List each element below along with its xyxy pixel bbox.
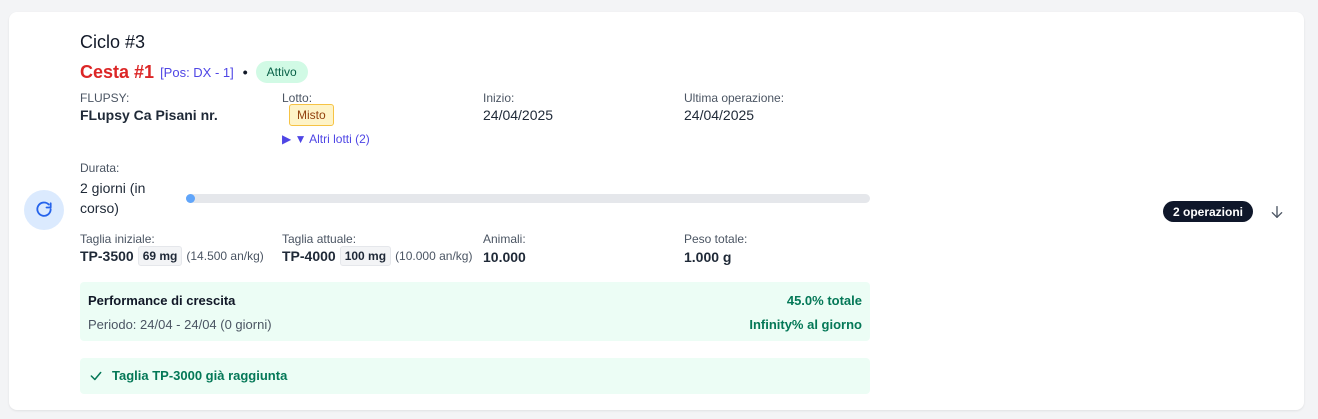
current-weight: 100 mg xyxy=(339,246,392,266)
size-goal-text: Taglia TP-3000 già raggiunta xyxy=(112,368,288,383)
performance-total: 45.0% totale xyxy=(786,293,862,308)
performance-daily: Infinity% al giorno xyxy=(749,317,862,332)
last-op-value: 24/04/2025 xyxy=(684,107,755,123)
initial-size-row: TP-3500 69 mg (14.500 an/kg) xyxy=(80,246,264,266)
start-label: Inizio: xyxy=(483,91,515,105)
lot-badge: Misto xyxy=(289,104,334,126)
last-op-label: Ultima operazione: xyxy=(684,91,785,105)
current-size-row: TP-4000 100 mg (10.000 an/kg) xyxy=(282,246,472,266)
status-badge: Attivo xyxy=(255,61,308,83)
size-goal-box: Taglia TP-3000 già raggiunta xyxy=(80,358,870,394)
cycle-title: Ciclo #3 xyxy=(80,32,146,52)
flupsy-label: FLUPSY: xyxy=(80,91,130,105)
duration-value: 2 giorni (in corso) xyxy=(80,180,146,216)
flupsy-value: FLupsy Ca Pisani nr. xyxy=(80,107,218,123)
duration-progress-fill xyxy=(186,194,195,203)
animals-label: Animali: xyxy=(483,232,526,246)
basket-card: Ciclo #3 Cesta #1 [Pos: DX - 1] • Attivo… xyxy=(9,12,1304,410)
check-icon xyxy=(90,371,102,381)
operations-badge[interactable]: 2 operazioni xyxy=(1163,201,1254,222)
performance-period: Periodo: 24/04 - 24/04 (0 giorni) xyxy=(88,317,272,332)
current-per-kg: (10.000 an/kg) xyxy=(395,249,473,263)
refresh-icon xyxy=(36,201,52,217)
current-size: TP-4000 xyxy=(282,248,336,264)
basket-header: Cesta #1 [Pos: DX - 1] • Attivo xyxy=(80,60,308,84)
separator-dot: • xyxy=(242,64,248,80)
weight-label: Peso totale: xyxy=(684,232,748,246)
performance-title: Performance di crescita xyxy=(88,293,236,308)
basket-name: Cesta #1 xyxy=(80,61,155,82)
initial-weight: 69 mg xyxy=(137,246,183,266)
lot-badge-wrap: Misto xyxy=(289,104,334,126)
animals-value: 10.000 xyxy=(483,249,526,265)
other-lots-toggle[interactable]: ▶ ▼ Altri lotti (2) xyxy=(282,132,370,146)
basket-position: [Pos: DX - 1] xyxy=(160,64,234,80)
current-size-label: Taglia attuale: xyxy=(282,232,357,246)
initial-size-label: Taglia iniziale: xyxy=(80,232,155,246)
expand-button[interactable] xyxy=(1267,202,1287,222)
operations-count: 2 operazioni xyxy=(1173,204,1244,219)
start-value: 24/04/2025 xyxy=(483,107,554,123)
duration-progress xyxy=(186,194,870,203)
lot-label: Lotto: xyxy=(282,91,313,105)
weight-value: 1.000 g xyxy=(684,249,732,265)
initial-per-kg: (14.500 an/kg) xyxy=(186,249,264,263)
arrow-down-icon xyxy=(1271,206,1283,218)
initial-size: TP-3500 xyxy=(80,248,134,264)
duration-label: Durata: xyxy=(80,161,120,175)
refresh-button[interactable] xyxy=(24,190,64,230)
performance-box: Performance di crescita 45.0% totale Per… xyxy=(80,282,870,341)
